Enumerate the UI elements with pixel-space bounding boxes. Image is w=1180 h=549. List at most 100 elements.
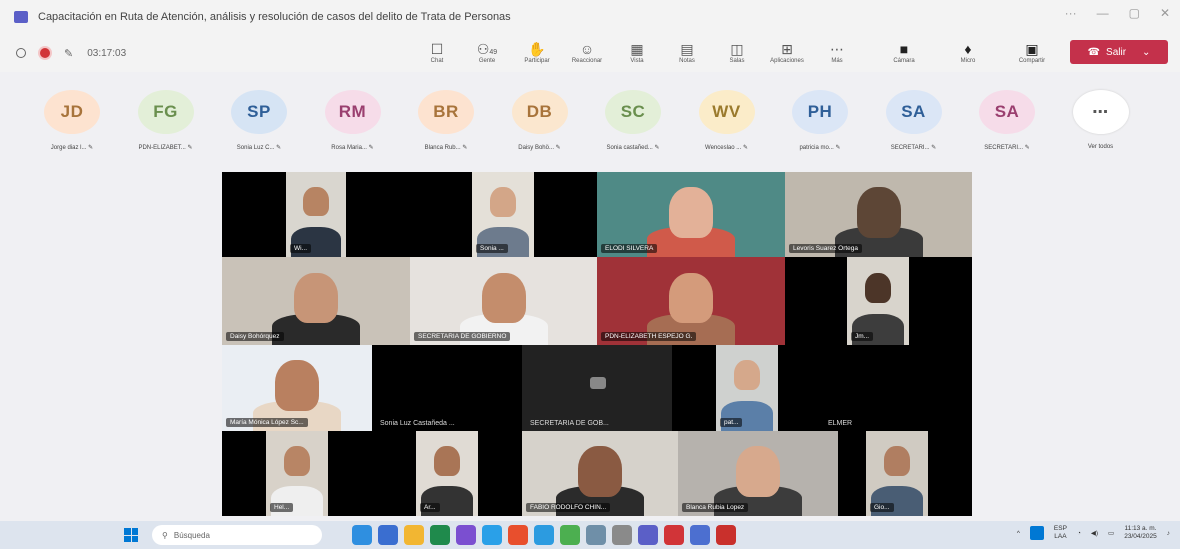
taskbar-app-icon[interactable] [612,525,632,545]
taskbar-app-icon[interactable] [404,525,424,545]
participant-avatar-item[interactable]: WV Wenceslao ... ✎ [680,90,774,151]
avatar: SC [605,90,661,134]
teams-tray-icon[interactable] [1029,526,1044,540]
participant-video-tile[interactable]: ELMER [778,345,972,431]
chat-icon: ☐ [430,41,444,57]
participant-face [578,446,622,497]
clock[interactable]: 11:13 a. m. 23/04/2025 [1124,525,1157,541]
taskbar-search-input[interactable]: ⚲ Búsqueda [152,525,322,545]
taskbar-app-icon[interactable] [586,525,606,545]
participant-name: Sonia castañed... ✎ [606,145,660,151]
mic-muted-icon: ✎ [88,145,94,151]
toolbar-apps-button[interactable]: ⊞ Aplicaciones [762,34,812,72]
chevron-up-icon[interactable]: ^ [1017,530,1020,537]
participant-video-tile[interactable]: Levoris Suarez Ortega [785,172,972,257]
participant-video-tile[interactable]: SECRETARIA DE GOBIERNO [410,257,598,345]
participant-video-tile[interactable]: Gio... [866,431,928,516]
participant-video-tile[interactable]: PDN-ELIZABETH ESPEJO G. [597,257,785,345]
participant-avatar-item[interactable]: DB Daisy Bohö... ✎ [493,90,587,151]
notification-bell-icon[interactable]: ♪ [1167,530,1170,537]
view-all-participants-button[interactable]: ⋯ Ver todos [1054,90,1148,150]
language-indicator[interactable]: ESP LAA [1054,525,1067,541]
participant-name-label: Ar... [420,503,440,512]
taskbar-app-icon[interactable] [430,525,450,545]
avatar: DB [511,90,568,134]
more-icon: ⋯ [830,41,844,57]
shield-icon[interactable] [16,48,26,58]
taskbar-apps [352,525,736,545]
participant-name-label: PDN-ELIZABETH ESPEJO G. [601,332,697,341]
avatar: BR [418,90,474,134]
taskbar-app-icon[interactable] [482,525,502,545]
toolbar-notes-button[interactable]: ▤ Notas [662,34,712,72]
more-options-icon[interactable]: ··· [1065,6,1077,20]
participant-avatar-item[interactable]: SP Sonia Luz C... ✎ [212,90,306,151]
participant-name-label: SECRETARIA DE GOBIERNO [414,332,511,341]
participant-avatar-item[interactable]: SA SECRETARI... ✎ [867,90,961,151]
participant-video-tile[interactable]: Hel... [266,431,328,516]
taskbar-app-icon[interactable] [638,525,658,545]
toolbar-label: Chat [430,58,444,64]
participant-video-tile[interactable]: pat... [716,345,778,431]
participant-video-tile[interactable]: ELODI SILVERA [597,172,785,257]
chevron-down-icon[interactable]: ⌄ [1142,47,1150,58]
participant-avatar-item[interactable]: PH patricia mo... ✎ [773,90,867,151]
participant-video-tile[interactable]: María Mónica López Sc... [222,345,372,431]
participant-avatar-item[interactable]: SA SECRETARI... ✎ [960,90,1054,151]
taskbar-app-icon[interactable] [378,525,398,545]
wifi-icon[interactable]: ◔ [1077,530,1081,537]
participant-strip: JD Jorge diaz l... ✎ FG PDN-ELIZABET... ✎ SP… [0,78,1180,164]
participant-name-label: pat... [720,418,743,427]
participant-video-tile[interactable]: Ar... [416,431,478,516]
participant-avatar-item[interactable]: BR Blanca Rub... ✎ [399,90,493,151]
link-icon[interactable]: ✎ [64,47,73,60]
toolbar-share-button[interactable]: ▣ Compartir [1000,34,1064,72]
participant-video-tile[interactable]: Sonia Luz Castañeda ... [372,345,522,431]
meeting-toolbar: ✎ 03:17:03 ☐ Chat ⚇49 Gente ✋ Participar ☺ Reac… [0,34,1180,72]
participant-avatar-item[interactable]: RM Rosa Maria... ✎ [306,90,400,151]
participant-video-tile[interactable]: Wi... [286,172,346,257]
leave-button[interactable]: ☎ Salir ⌄ [1070,40,1168,64]
toolbar-rooms-button[interactable]: ◫ Salas [712,34,762,72]
participant-video-tile[interactable]: Jm... [847,257,909,345]
volume-icon[interactable]: ◀) [1091,529,1098,537]
taskbar-app-icon[interactable] [456,525,476,545]
participant-video-tile[interactable]: Sonia ... [472,172,534,257]
taskbar-app-icon[interactable] [716,525,736,545]
taskbar-app-icon[interactable] [690,525,710,545]
toolbar-people-button[interactable]: ⚇49 Gente [462,34,512,72]
toolbar-view-button[interactable]: ▦ Vista [612,34,662,72]
mic-muted-icon: ✎ [742,145,748,151]
toolbar-chat-button[interactable]: ☐ Chat [412,34,462,72]
battery-icon[interactable]: ▭ [1108,529,1114,537]
windows-start-icon[interactable] [124,528,138,542]
taskbar-app-icon[interactable] [352,525,372,545]
taskbar-app-icon[interactable] [664,525,684,545]
avatar: FG [137,90,194,134]
participant-avatar-item[interactable]: SC Sonia castañed... ✎ [586,90,680,151]
participant-video-tile[interactable]: Blanca Rubia Lopez [678,431,838,516]
toolbar-mic-button[interactable]: ♦ Micro [936,34,1000,72]
participant-face [883,446,910,477]
toolbar-raise-hand-button[interactable]: ✋ Participar [512,34,562,72]
people-count-badge: 49 [489,49,498,56]
taskbar-app-icon[interactable] [560,525,580,545]
taskbar-app-icon[interactable] [534,525,554,545]
participant-avatar-item[interactable]: JD Jorge diaz l... ✎ [25,90,119,151]
toolbar-camera-button[interactable]: ■ Cámara [872,34,936,72]
participant-avatar-item[interactable]: FG PDN-ELIZABET... ✎ [119,90,213,151]
participant-video-tile[interactable]: SECRETARIA DE GOB... [522,345,672,431]
system-tray: ^ ESP LAA ◔ ◀) ▭ 11:13 a. m. 23/04/2025 … [1017,525,1170,541]
participant-video-tile[interactable]: FABIO RODOLFO CHIN... [522,431,678,516]
participant-video-tile[interactable]: Daisy Bohórquez [222,257,410,345]
avatar: RM [324,90,381,134]
window-controls: ··· — ▢ ✕ [1065,6,1170,20]
maximize-icon[interactable]: ▢ [1129,6,1140,20]
participant-face [482,272,526,324]
share-icon: ▣ [1025,41,1039,57]
taskbar-app-icon[interactable] [508,525,528,545]
toolbar-more-button[interactable]: ⋯ Más [812,34,862,72]
minimize-icon[interactable]: — [1097,6,1109,20]
close-icon[interactable]: ✕ [1160,6,1170,20]
toolbar-react-button[interactable]: ☺ Reaccionar [562,34,612,72]
